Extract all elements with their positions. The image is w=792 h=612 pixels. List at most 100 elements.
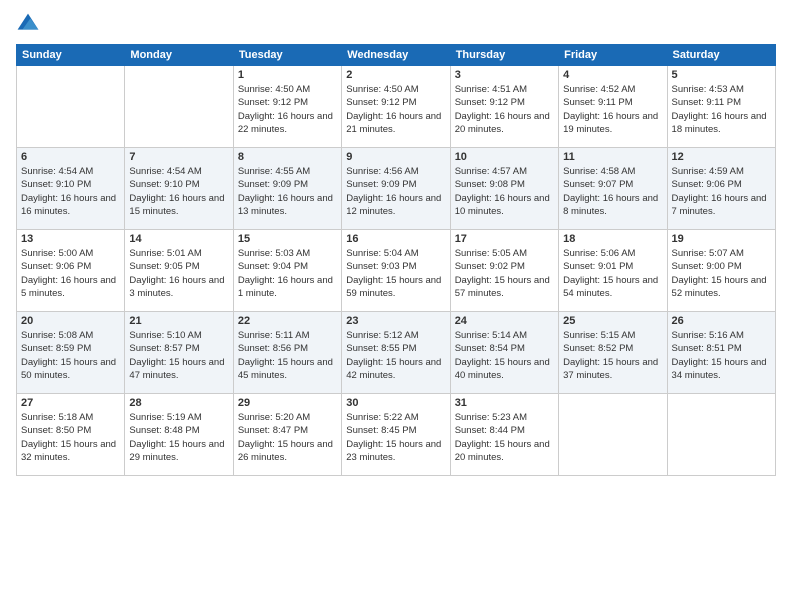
day-info: Sunrise: 4:53 AMSunset: 9:11 PMDaylight:… (672, 83, 771, 136)
day-number: 14 (129, 233, 228, 245)
calendar-cell: 12 Sunrise: 4:59 AMSunset: 9:06 PMDayligh… (667, 148, 775, 230)
calendar-cell: 16Sunrise: 5:04 AMSunset: 9:03 PMDayligh… (342, 230, 450, 312)
day-number: 23 (346, 315, 445, 327)
day-number: 17 (455, 233, 554, 245)
calendar-cell: 6 Sunrise: 4:54 AMSunset: 9:10 PMDaylight… (17, 148, 125, 230)
day-number: 7 (129, 151, 228, 163)
day-info: Sunrise: 5:14 AMSunset: 8:54 PMDaylight:… (455, 329, 554, 382)
day-number: 9 (346, 151, 445, 163)
weekday-header-monday: Monday (125, 45, 233, 66)
calendar-cell: 5Sunrise: 4:53 AMSunset: 9:11 PMDaylight… (667, 66, 775, 148)
day-info: Sunrise: 5:03 AMSunset: 9:04 PMDaylight:… (238, 247, 337, 300)
day-number: 10 (455, 151, 554, 163)
calendar-cell: 14 Sunrise: 5:01 AMSunset: 9:05 PMDayligh… (125, 230, 233, 312)
calendar-cell: 13 Sunrise: 5:00 AMSunset: 9:06 PMDayligh… (17, 230, 125, 312)
day-info: Sunrise: 5:00 AMSunset: 9:06 PMDaylight:… (21, 247, 120, 300)
calendar-cell: 17 Sunrise: 5:05 AMSunset: 9:02 PMDayligh… (450, 230, 558, 312)
calendar-cell: 8 Sunrise: 4:55 AMSunset: 9:09 PMDaylight… (233, 148, 341, 230)
day-info: Sunrise: 5:06 AMSunset: 9:01 PMDaylight:… (563, 247, 662, 300)
day-number: 27 (21, 397, 120, 409)
weekday-header-tuesday: Tuesday (233, 45, 341, 66)
day-number: 29 (238, 397, 337, 409)
day-info: Sunrise: 4:51 AMSunset: 9:12 PMDaylight:… (455, 83, 554, 136)
day-info: Sunrise: 5:01 AMSunset: 9:05 PMDaylight:… (129, 247, 228, 300)
calendar-cell: 4 Sunrise: 4:52 AMSunset: 9:11 PMDaylight… (559, 66, 667, 148)
day-info: Sunrise: 4:57 AMSunset: 9:08 PMDaylight:… (455, 165, 554, 218)
day-info: Sunrise: 5:16 AMSunset: 8:51 PMDaylight:… (672, 329, 771, 382)
day-info: Sunrise: 5:04 AMSunset: 9:03 PMDaylight:… (346, 247, 445, 300)
day-info: Sunrise: 4:55 AMSunset: 9:09 PMDaylight:… (238, 165, 337, 218)
day-number: 8 (238, 151, 337, 163)
day-number: 22 (238, 315, 337, 327)
day-info: Sunrise: 5:08 AMSunset: 8:59 PMDaylight:… (21, 329, 120, 382)
calendar-week-1: 1 Sunrise: 4:50 AMSunset: 9:12 PMDaylight… (17, 66, 776, 148)
calendar-cell (125, 66, 233, 148)
day-number: 18 (563, 233, 662, 245)
calendar-cell (667, 394, 775, 476)
day-info: Sunrise: 5:23 AMSunset: 8:44 PMDaylight:… (455, 411, 554, 464)
calendar-cell: 9 Sunrise: 4:56 AMSunset: 9:09 PMDaylight… (342, 148, 450, 230)
day-info: Sunrise: 4:50 AMSunset: 9:12 PMDaylight:… (238, 83, 337, 136)
calendar-cell: 19Sunrise: 5:07 AMSunset: 9:00 PMDayligh… (667, 230, 775, 312)
day-info: Sunrise: 4:50 AMSunset: 9:12 PMDaylight:… (346, 83, 445, 136)
logo (16, 12, 44, 36)
calendar-cell: 31 Sunrise: 5:23 AMSunset: 8:44 PMDayligh… (450, 394, 558, 476)
weekday-header-thursday: Thursday (450, 45, 558, 66)
calendar-week-2: 6 Sunrise: 4:54 AMSunset: 9:10 PMDaylight… (17, 148, 776, 230)
day-number: 6 (21, 151, 120, 163)
day-info: Sunrise: 4:59 AMSunset: 9:06 PMDaylight:… (672, 165, 771, 218)
day-number: 13 (21, 233, 120, 245)
calendar-cell: 7Sunrise: 4:54 AMSunset: 9:10 PMDaylight… (125, 148, 233, 230)
day-number: 30 (346, 397, 445, 409)
day-info: Sunrise: 5:19 AMSunset: 8:48 PMDaylight:… (129, 411, 228, 464)
calendar-table: SundayMondayTuesdayWednesdayThursdayFrid… (16, 44, 776, 476)
calendar-week-5: 27 Sunrise: 5:18 AMSunset: 8:50 PMDayligh… (17, 394, 776, 476)
calendar-cell: 3 Sunrise: 4:51 AMSunset: 9:12 PMDaylight… (450, 66, 558, 148)
calendar-cell: 24 Sunrise: 5:14 AMSunset: 8:54 PMDayligh… (450, 312, 558, 394)
header (16, 12, 776, 36)
day-info: Sunrise: 5:20 AMSunset: 8:47 PMDaylight:… (238, 411, 337, 464)
calendar-cell: 30 Sunrise: 5:22 AMSunset: 8:45 PMDayligh… (342, 394, 450, 476)
calendar-cell: 26 Sunrise: 5:16 AMSunset: 8:51 PMDayligh… (667, 312, 775, 394)
day-number: 31 (455, 397, 554, 409)
day-info: Sunrise: 5:18 AMSunset: 8:50 PMDaylight:… (21, 411, 120, 464)
day-number: 25 (563, 315, 662, 327)
calendar-cell: 22Sunrise: 5:11 AMSunset: 8:56 PMDayligh… (233, 312, 341, 394)
day-number: 15 (238, 233, 337, 245)
day-number: 4 (563, 69, 662, 81)
day-info: Sunrise: 5:22 AMSunset: 8:45 PMDaylight:… (346, 411, 445, 464)
calendar-cell: 2 Sunrise: 4:50 AMSunset: 9:12 PMDaylight… (342, 66, 450, 148)
calendar-cell: 29 Sunrise: 5:20 AMSunset: 8:47 PMDayligh… (233, 394, 341, 476)
calendar-cell: 25Sunrise: 5:15 AMSunset: 8:52 PMDayligh… (559, 312, 667, 394)
calendar-cell: 23 Sunrise: 5:12 AMSunset: 8:55 PMDayligh… (342, 312, 450, 394)
day-number: 26 (672, 315, 771, 327)
day-number: 12 (672, 151, 771, 163)
day-number: 20 (21, 315, 120, 327)
day-info: Sunrise: 5:05 AMSunset: 9:02 PMDaylight:… (455, 247, 554, 300)
calendar-week-3: 13 Sunrise: 5:00 AMSunset: 9:06 PMDayligh… (17, 230, 776, 312)
day-number: 3 (455, 69, 554, 81)
calendar-week-4: 20 Sunrise: 5:08 AMSunset: 8:59 PMDayligh… (17, 312, 776, 394)
weekday-header-saturday: Saturday (667, 45, 775, 66)
calendar-cell: 15 Sunrise: 5:03 AMSunset: 9:04 PMDayligh… (233, 230, 341, 312)
calendar-header-row: SundayMondayTuesdayWednesdayThursdayFrid… (17, 45, 776, 66)
logo-icon (16, 12, 40, 36)
page: SundayMondayTuesdayWednesdayThursdayFrid… (0, 0, 792, 612)
day-number: 2 (346, 69, 445, 81)
day-number: 11 (563, 151, 662, 163)
calendar-cell: 21 Sunrise: 5:10 AMSunset: 8:57 PMDayligh… (125, 312, 233, 394)
day-number: 1 (238, 69, 337, 81)
weekday-header-wednesday: Wednesday (342, 45, 450, 66)
day-number: 21 (129, 315, 228, 327)
weekday-header-sunday: Sunday (17, 45, 125, 66)
day-info: Sunrise: 4:54 AMSunset: 9:10 PMDaylight:… (21, 165, 120, 218)
day-info: Sunrise: 4:56 AMSunset: 9:09 PMDaylight:… (346, 165, 445, 218)
calendar-cell: 1 Sunrise: 4:50 AMSunset: 9:12 PMDaylight… (233, 66, 341, 148)
day-info: Sunrise: 4:52 AMSunset: 9:11 PMDaylight:… (563, 83, 662, 136)
day-info: Sunrise: 5:10 AMSunset: 8:57 PMDaylight:… (129, 329, 228, 382)
calendar-cell: 18 Sunrise: 5:06 AMSunset: 9:01 PMDayligh… (559, 230, 667, 312)
day-info: Sunrise: 5:12 AMSunset: 8:55 PMDaylight:… (346, 329, 445, 382)
calendar-cell: 11 Sunrise: 4:58 AMSunset: 9:07 PMDayligh… (559, 148, 667, 230)
day-number: 24 (455, 315, 554, 327)
day-info: Sunrise: 4:58 AMSunset: 9:07 PMDaylight:… (563, 165, 662, 218)
